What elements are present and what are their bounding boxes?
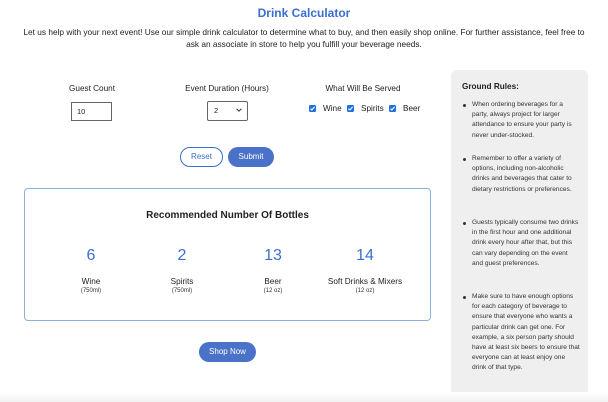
wine-option-label: Wine bbox=[323, 103, 342, 113]
served-option-beer[interactable]: Beer bbox=[389, 102, 420, 114]
event-duration-select[interactable]: 2 bbox=[207, 101, 248, 121]
rule-item: Guests typically consume two drinks in t… bbox=[462, 218, 580, 269]
result-wine: 6 Wine (750ml) bbox=[41, 245, 141, 294]
bullet-icon bbox=[463, 296, 466, 299]
submit-button[interactable]: Submit bbox=[228, 147, 274, 167]
rule-item: Remember to offer a variety of options, … bbox=[462, 154, 580, 195]
result-spirits: 2 Spirits (750ml) bbox=[132, 245, 232, 294]
result-soft-drinks: 14 Soft Drinks & Mixers (12 oz) bbox=[314, 245, 416, 294]
page-title: Drink Calculator bbox=[257, 6, 351, 20]
results-title: Recommended Number Of Bottles bbox=[146, 210, 309, 221]
event-duration-label: Event Duration (Hours) bbox=[185, 84, 269, 93]
result-unit: (12 oz) bbox=[263, 288, 283, 294]
result-count: 13 bbox=[264, 247, 282, 264]
shop-now-button[interactable]: Shop Now bbox=[199, 342, 256, 362]
result-name: Wine bbox=[81, 277, 101, 286]
wine-checkbox[interactable] bbox=[309, 104, 316, 112]
chevron-down-icon bbox=[236, 108, 242, 112]
page-bottom-edge bbox=[0, 392, 608, 402]
result-count: 2 bbox=[177, 247, 187, 264]
reset-button[interactable]: Reset bbox=[180, 147, 223, 167]
bullet-icon bbox=[463, 104, 466, 107]
results-panel: Recommended Number Of Bottles 6 Wine (75… bbox=[24, 188, 431, 321]
result-name: Spirits bbox=[170, 277, 194, 286]
rule-text: Guests typically consume two drinks in t… bbox=[472, 219, 579, 267]
guest-count-label: Guest Count bbox=[69, 84, 115, 93]
check-icon bbox=[390, 106, 396, 111]
served-option-spirits[interactable]: Spirits bbox=[347, 102, 384, 114]
served-label: What Will Be Served bbox=[325, 84, 401, 93]
result-name: Beer bbox=[264, 277, 282, 286]
beer-option-label: Beer bbox=[403, 103, 421, 113]
check-icon bbox=[348, 106, 354, 111]
result-beer: 13 Beer (12 oz) bbox=[223, 245, 323, 294]
result-count: 6 bbox=[86, 247, 96, 264]
bullet-icon bbox=[463, 158, 466, 161]
spirits-checkbox[interactable] bbox=[347, 104, 354, 112]
bullet-icon bbox=[463, 222, 466, 225]
intro-text: Let us help with your next event! Use ou… bbox=[23, 27, 585, 49]
rule-item: Make sure to have enough options for eac… bbox=[462, 292, 580, 374]
event-duration-value: 2 bbox=[214, 106, 219, 115]
result-unit: (750ml) bbox=[171, 288, 193, 294]
result-unit: (750ml) bbox=[80, 288, 102, 294]
rule-text: Make sure to have enough options for eac… bbox=[472, 293, 580, 372]
check-icon bbox=[310, 106, 316, 111]
rule-text: When ordering beverages for a party, alw… bbox=[472, 101, 572, 139]
sidebar-title: Ground Rules: bbox=[462, 82, 519, 91]
spirits-option-label: Spirits bbox=[361, 103, 384, 113]
beer-checkbox[interactable] bbox=[389, 104, 396, 112]
rule-text: Remember to offer a variety of options, … bbox=[472, 155, 572, 193]
guest-count-input[interactable]: 10 bbox=[71, 102, 112, 121]
rule-item: When ordering beverages for a party, alw… bbox=[462, 100, 580, 141]
served-option-wine[interactable]: Wine bbox=[309, 102, 342, 114]
result-count: 14 bbox=[356, 247, 374, 264]
result-unit: (12 oz) bbox=[355, 288, 375, 294]
result-name: Soft Drinks & Mixers bbox=[327, 277, 403, 286]
ground-rules-sidebar: Ground Rules: When ordering beverages fo… bbox=[451, 70, 588, 402]
